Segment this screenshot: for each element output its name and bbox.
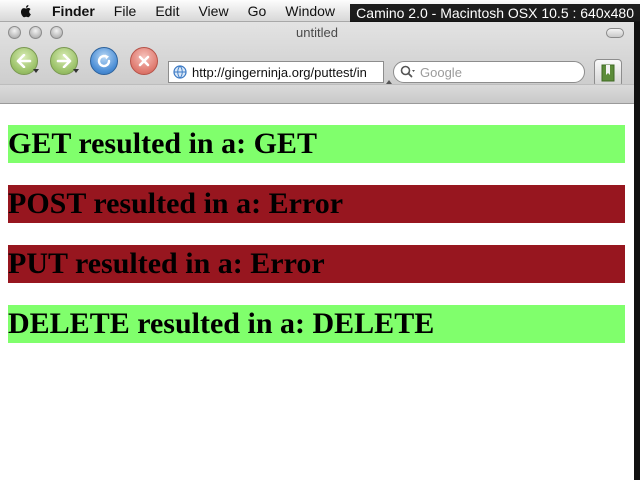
reload-icon	[97, 54, 111, 68]
forward-arrow-icon	[56, 54, 72, 68]
back-history-caret[interactable]	[33, 69, 39, 73]
tab-bar	[0, 84, 634, 104]
back-arrow-icon	[16, 54, 32, 68]
window-title: untitled	[296, 25, 338, 40]
menu-finder[interactable]: Finder	[52, 3, 95, 19]
get-result: GET resulted in a: GET	[8, 125, 625, 163]
page-content: GET resulted in a: GET POST resulted in …	[0, 104, 634, 480]
bookmarks-button[interactable]	[594, 59, 622, 87]
forward-history-caret[interactable]	[73, 69, 79, 73]
bookmark-icon	[601, 64, 615, 82]
overlay-caption: Camino 2.0 - Macintosh OSX 10.5 : 640x48…	[350, 4, 640, 24]
search-icon	[400, 65, 415, 78]
url-text: http://gingerninja.org/puttest/in	[192, 64, 367, 80]
address-bar[interactable]: http://gingerninja.org/puttest/in	[168, 61, 384, 83]
stop-icon	[138, 55, 150, 67]
apple-menu-icon[interactable]	[18, 3, 34, 19]
post-result: POST resulted in a: Error	[8, 185, 625, 223]
search-field[interactable]: Google	[393, 61, 585, 83]
title-bar: untitled	[0, 22, 634, 44]
site-icon	[173, 65, 187, 79]
delete-result: DELETE resulted in a: DELETE	[8, 305, 625, 343]
menu-edit[interactable]: Edit	[155, 3, 179, 19]
menu-view[interactable]: View	[198, 3, 228, 19]
menu-file[interactable]: File	[114, 3, 137, 19]
search-placeholder: Google	[420, 64, 462, 80]
reload-button[interactable]	[90, 47, 118, 75]
menu-go[interactable]: Go	[248, 3, 267, 19]
put-result: PUT resulted in a: Error	[8, 245, 625, 283]
toolbar-toggle-button[interactable]	[606, 28, 624, 38]
menu-window[interactable]: Window	[285, 3, 335, 19]
window-edge	[634, 22, 640, 480]
browser-chrome: untitled http://gingerninja.org/puttest/…	[0, 22, 634, 104]
stop-button[interactable]	[130, 47, 158, 75]
